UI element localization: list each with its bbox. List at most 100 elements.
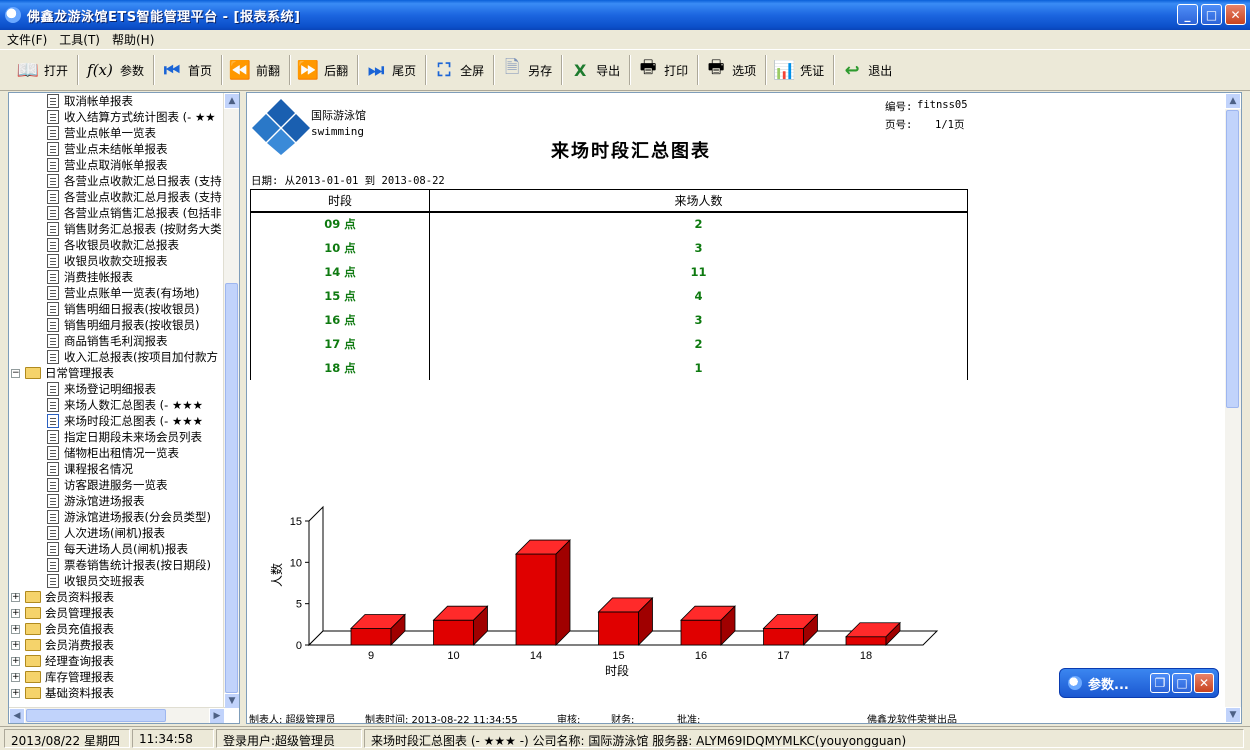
tree-item[interactable]: + 会员资料报表 — [11, 589, 114, 605]
param-maximize-button[interactable]: □ — [1172, 673, 1192, 693]
document-icon — [47, 126, 59, 140]
document-icon — [47, 190, 59, 204]
tree-item[interactable]: 各营业点收款汇总日报表 (支持 — [47, 173, 222, 189]
first-page-button[interactable]: ⏮ 首页 — [158, 53, 218, 87]
tree-item[interactable]: 游泳馆进场报表(分会员类型) — [47, 509, 211, 525]
window-controls: _ □ ✕ — [1177, 4, 1246, 25]
export-button[interactable]: X 导出 — [566, 53, 626, 87]
report-tree-panel: 取消帐单报表 收入结算方式统计图表 (- ★★ 营业点帐单一览表 营业点未结帐单报表营… — [8, 92, 240, 724]
tree-item[interactable]: 课程报名情况 — [47, 461, 133, 477]
status-user: 登录用户:超级管理员 — [216, 729, 362, 748]
footer-finance: 财务: — [611, 715, 635, 724]
last-page-button[interactable]: ⏭ 尾页 — [362, 53, 422, 87]
title-bar[interactable]: 佛鑫龙游泳馆ETS智能管理平台 - [报表系统] _ □ ✕ — [0, 0, 1250, 30]
expand-toggle-icon[interactable]: + — [11, 624, 20, 634]
tree-item[interactable]: + 经理查询报表 — [11, 653, 114, 669]
tree-item[interactable]: 访客跟进服务一览表 — [47, 477, 168, 493]
tree-horizontal-scrollbar[interactable]: ◀ ▶ — [9, 707, 225, 723]
expand-toggle-icon[interactable]: + — [11, 640, 20, 650]
tree-item[interactable]: 各营业点销售汇总报表 (包括非 — [47, 205, 222, 221]
tree-item[interactable]: + 会员充值报表 — [11, 621, 114, 637]
report-vertical-scrollbar[interactable]: ▲ ▼ — [1225, 93, 1241, 723]
report-scroll-thumb[interactable] — [1226, 110, 1239, 408]
scroll-up-arrow[interactable]: ▲ — [224, 93, 239, 109]
fullscreen-button[interactable]: ⛶ 全屏 — [430, 53, 490, 87]
tree-item[interactable]: 收入结算方式统计图表 (- ★★ — [47, 109, 216, 125]
bar-chart: 0 5 10 15 9 10 14 15 16 17 18 时段 人数 — [269, 505, 939, 678]
tree-item-label: 访客跟进服务一览表 — [64, 478, 168, 492]
tree-item[interactable]: 指定日期段未来场会员列表 — [47, 429, 202, 445]
tree-item[interactable]: 来场时段汇总图表 (- ★★★ — [47, 413, 203, 429]
report-table: 时段 来场人数 09 点 2 10 点 3 14 点 11 15 点 4 16 点 3 17 点21… — [250, 189, 968, 380]
tree-scroll-thumb[interactable] — [225, 283, 238, 693]
tree-item[interactable]: 游泳馆进场报表 — [47, 493, 145, 509]
tree-item[interactable]: 销售明细日报表(按收银员) — [47, 301, 199, 317]
document-icon — [47, 398, 59, 412]
save-as-button[interactable]: 🗎 另存 — [498, 53, 558, 87]
tree-item[interactable]: + 会员管理报表 — [11, 605, 114, 621]
tree-item[interactable]: 各营业点收款汇总月报表 (支持 — [47, 189, 222, 205]
report-scroll-up-arrow[interactable]: ▲ — [1225, 93, 1241, 109]
tree-item[interactable]: 取消帐单报表 — [47, 93, 133, 109]
prev-page-button[interactable]: ⏪ 前翻 — [226, 53, 286, 87]
scroll-down-arrow[interactable]: ▼ — [224, 693, 239, 709]
tree-item[interactable]: 收银员收款交班报表 — [47, 253, 168, 269]
tree-item[interactable]: 每天进场人员(闸机)报表 — [47, 541, 188, 557]
tree-item[interactable]: + 会员消费报表 — [11, 637, 114, 653]
logo-subtitle: swimming — [311, 125, 364, 138]
tree-item[interactable]: 营业点未结帐单报表 — [47, 141, 168, 157]
tree-item[interactable]: 营业点帐单一览表 — [47, 125, 156, 141]
tree-item[interactable]: 销售财务汇总报表 (按财务大类 — [47, 221, 222, 237]
tree-item[interactable]: 来场登记明细报表 — [47, 381, 156, 397]
tree-item[interactable]: 营业点账单一览表(有场地) — [47, 285, 199, 301]
tree-hscroll-thumb[interactable] — [26, 709, 166, 722]
maximize-button[interactable]: □ — [1201, 4, 1222, 25]
param-restore-button[interactable]: ❐ — [1150, 673, 1170, 693]
tree-item-label: 基础资料报表 — [45, 686, 114, 700]
minimize-button[interactable]: _ — [1177, 4, 1198, 25]
tree-item[interactable]: 营业点取消帐单报表 — [47, 157, 168, 173]
tree-item[interactable]: 收入汇总报表(按项目加付款方 — [47, 349, 218, 365]
print-button[interactable]: 🖶 打印 — [634, 53, 694, 87]
collapse-toggle-icon[interactable]: − — [11, 368, 20, 378]
tree-item[interactable]: + 库存管理报表 — [11, 669, 114, 685]
scroll-left-arrow[interactable]: ◀ — [9, 708, 25, 723]
voucher-button[interactable]: 📊 凭证 — [770, 53, 830, 87]
next-page-button[interactable]: ⏩ 后翻 — [294, 53, 354, 87]
tree-item[interactable]: 各收银员收款汇总报表 — [47, 237, 179, 253]
tree-item[interactable]: 销售明细月报表(按收银员) — [47, 317, 199, 333]
close-button[interactable]: ✕ — [1225, 4, 1246, 25]
params-button[interactable]: f(x) 参数 — [82, 53, 150, 87]
tree-item[interactable]: 来场人数汇总图表 (- ★★★ — [47, 397, 203, 413]
menu-tools[interactable]: 工具(T) — [56, 31, 109, 48]
cell-count: 3 — [429, 235, 968, 260]
tree-vertical-scrollbar[interactable]: ▲ ▼ — [223, 93, 239, 709]
tree-item[interactable]: 票卷销售统计报表(按日期段) — [47, 557, 211, 573]
tree-item[interactable]: 商品销售毛利润报表 — [47, 333, 168, 349]
menu-file[interactable]: 文件(F) — [4, 31, 56, 48]
menu-help[interactable]: 帮助(H) — [109, 31, 163, 48]
folder-icon — [25, 655, 41, 667]
expand-toggle-icon[interactable]: + — [11, 656, 20, 666]
document-icon — [47, 350, 59, 364]
open-button[interactable]: 📖 打开 — [14, 53, 74, 87]
tree-item[interactable]: 人次进场(闸机)报表 — [47, 525, 165, 541]
expand-toggle-icon[interactable]: + — [11, 672, 20, 682]
tree-item[interactable]: 收银员交班报表 — [47, 573, 145, 589]
expand-toggle-icon[interactable]: + — [11, 608, 20, 618]
tree-item[interactable]: 储物柜出租情况一览表 — [47, 445, 179, 461]
tree-item[interactable]: + 基础资料报表 — [11, 685, 114, 701]
tree-item[interactable]: − 日常管理报表 — [11, 365, 114, 381]
expand-toggle-icon[interactable]: + — [11, 592, 20, 602]
expand-toggle-icon[interactable]: + — [11, 688, 20, 698]
scroll-right-arrow[interactable]: ▶ — [209, 708, 225, 723]
tree-item-label: 日常管理报表 — [45, 366, 114, 380]
exit-button[interactable]: ↩ 退出 — [838, 53, 898, 87]
param-window[interactable]: 参数... ❐ □ ✕ — [1059, 668, 1219, 698]
report-scroll-down-arrow[interactable]: ▼ — [1225, 707, 1241, 723]
tree-item-label: 来场时段汇总图表 (- ★★★ — [64, 414, 203, 428]
param-close-button[interactable]: ✕ — [1194, 673, 1214, 693]
tree-item[interactable]: 消费挂帐报表 — [47, 269, 133, 285]
document-icon — [47, 430, 59, 444]
options-button[interactable]: 🖶 选项 — [702, 53, 762, 87]
